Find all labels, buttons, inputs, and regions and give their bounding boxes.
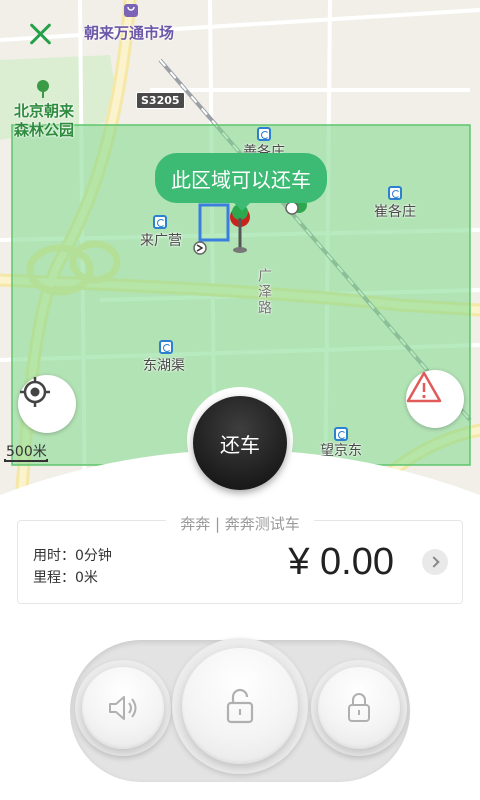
metro-icon [388,186,402,200]
lock-button[interactable] [318,667,400,749]
locate-button[interactable] [18,375,76,433]
warning-icon [406,371,442,403]
poi-park-line2: 森林公园 [14,121,75,139]
trip-fare: ¥ 0.00 [288,541,394,583]
report-issue-button[interactable] [406,370,464,428]
poi-cuige: 崔各庄 [374,204,416,220]
locate-icon [20,377,50,407]
poi-market: 朝来万通市场 [84,24,175,42]
car-name-text: 奔奔 | 奔奔测试车 [166,515,314,533]
shopping-bag-icon [124,4,138,17]
metro-icon [159,340,173,354]
highway-badge: S3205 [136,92,185,109]
metro-icon [153,215,167,229]
lock-icon [348,693,370,722]
car-name: 奔奔 | 奔奔测试车 [0,513,480,534]
chevron-right-icon[interactable] [422,549,448,575]
return-zone-tooltip: 此区域可以还车 [155,153,327,211]
poi-laiguangying: 来广营 [140,233,182,249]
unlock-button[interactable] [182,648,298,764]
return-car-button[interactable]: 还车 [193,396,287,490]
close-icon[interactable] [24,18,56,50]
poi-donghuqu: 东湖渠 [143,358,185,374]
horn-button[interactable] [82,667,164,749]
trip-duration: 用时：0分钟 [33,548,112,564]
metro-icon [257,127,271,141]
road-guangze: 广泽路 [256,268,272,316]
poi-park-line1: 北京朝来 [14,102,75,120]
unlock-icon [226,688,254,724]
trip-mileage: 里程：0米 [33,570,98,586]
speaker-icon [109,696,137,720]
park-icon [37,80,49,98]
